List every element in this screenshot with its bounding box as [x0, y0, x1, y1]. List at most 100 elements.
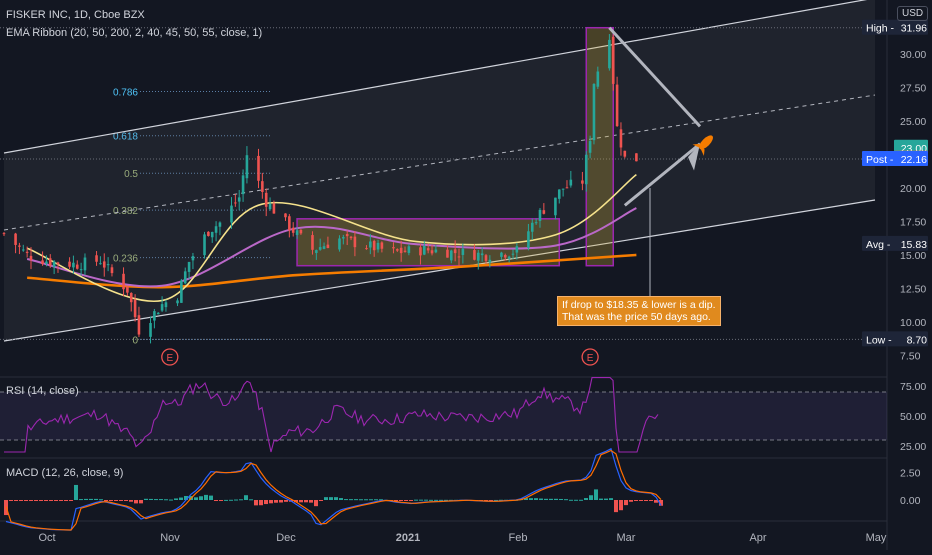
candle-body: [176, 300, 179, 304]
price-tick-label: 30.00: [900, 49, 926, 61]
candle-body: [203, 234, 206, 256]
chart-svg[interactable]: 0.7860.6180.50.3820.2360 EE 30.0027.5025…: [0, 0, 932, 550]
time-tick-label: Feb: [509, 532, 528, 544]
candle-body: [480, 253, 484, 256]
candle-body: [41, 260, 44, 265]
macd-histogram-bar: [609, 498, 613, 500]
candle-body: [615, 84, 619, 127]
currency-button[interactable]: USD: [897, 6, 929, 21]
candle-body: [245, 155, 249, 179]
chart-area[interactable]: 0.7860.6180.50.3820.2360 EE 30.0027.5025…: [0, 0, 932, 550]
macd-histogram-bar: [594, 489, 598, 500]
candle-body: [365, 248, 368, 250]
candle-body: [507, 256, 511, 259]
macd-histogram-bar: [299, 500, 303, 503]
candle-body: [149, 323, 152, 337]
macd-histogram-bar: [424, 499, 428, 501]
candle-body: [295, 230, 299, 235]
macd-histogram-bar: [24, 500, 28, 501]
macd-histogram-bar: [564, 499, 568, 501]
macd-histogram-bar: [399, 500, 403, 501]
candle-body: [183, 271, 187, 284]
macd-histogram-bar: [124, 500, 128, 501]
candle-body: [257, 155, 260, 181]
macd-histogram-bar: [84, 498, 88, 500]
macd-histogram-bar: [154, 499, 158, 501]
macd-histogram-bar: [549, 498, 553, 500]
macd-histogram-bar: [604, 498, 608, 500]
candle-body: [75, 264, 79, 269]
annotation-box: If drop to $18.35 & lower is a dip. That…: [557, 296, 721, 326]
candle-body: [318, 247, 322, 250]
macd-histogram-bar: [274, 500, 278, 503]
macd-histogram-bar: [134, 500, 138, 504]
candle-body: [423, 245, 426, 255]
candle-body: [106, 264, 110, 266]
macd-histogram-bar: [344, 499, 348, 501]
macd-histogram-bar: [429, 499, 433, 501]
candle-body: [380, 242, 384, 249]
candle-body: [291, 227, 295, 233]
candle-body: [515, 246, 519, 253]
candle-body: [102, 261, 106, 268]
candle-body: [338, 238, 341, 250]
candle-body: [392, 247, 395, 249]
macd-histogram-bar: [619, 500, 623, 511]
price-badge-label: Low -: [866, 334, 892, 346]
macd-histogram-bar: [74, 484, 78, 500]
rsi-tick-label: 75.00: [900, 381, 926, 393]
macd-histogram-bar: [214, 500, 218, 501]
macd-histogram-bar: [254, 500, 258, 506]
candle-body: [45, 261, 48, 264]
macd-histogram-bar: [599, 498, 603, 500]
candle-body: [237, 197, 241, 202]
macd-histogram-bar: [234, 499, 238, 501]
price-badge-value: 15.83: [901, 239, 927, 251]
candle-body: [503, 255, 507, 258]
candle-body: [500, 252, 503, 257]
macd-histogram-bar: [39, 500, 43, 501]
candle-body: [99, 263, 102, 265]
macd-histogram-bar: [64, 500, 68, 501]
price-badge-label: Avg -: [866, 239, 891, 251]
macd-histogram-bar: [109, 500, 113, 501]
macd-legend: MACD (12, 26, close, 9): [6, 467, 124, 479]
macd-histogram-bar: [199, 496, 203, 500]
macd-histogram-bar: [364, 499, 368, 501]
candle-body: [156, 312, 160, 315]
candle-body: [588, 141, 592, 153]
macd-histogram-bar: [629, 500, 633, 502]
candle-body: [191, 256, 195, 261]
macd-histogram-bar: [434, 499, 438, 501]
candle-body: [399, 247, 403, 254]
candle-body: [268, 203, 272, 210]
price-tick-label: 17.50: [900, 216, 926, 228]
candle-body: [21, 249, 25, 251]
macd-histogram-bar: [114, 500, 118, 501]
candle-body: [261, 181, 264, 192]
macd-histogram-bar: [224, 499, 228, 501]
candle-body: [581, 180, 584, 184]
macd-histogram-bar: [239, 499, 243, 501]
candle-body: [207, 231, 210, 236]
macd-histogram-bar: [309, 500, 313, 503]
time-tick-label: May: [866, 532, 887, 544]
macd-histogram-bar: [279, 500, 283, 503]
macd-histogram-bar: [164, 499, 168, 501]
candle-body: [449, 250, 453, 261]
price-tick-label: 7.50: [900, 350, 921, 362]
candle-body: [164, 302, 168, 308]
macd-histogram-bar: [359, 499, 363, 501]
macd-histogram-bar: [374, 499, 378, 501]
earnings-label: E: [587, 353, 594, 364]
macd-histogram-bar: [339, 498, 343, 500]
candle-body: [434, 249, 438, 253]
candle-body: [218, 222, 222, 227]
candle-body: [542, 210, 546, 214]
candle-body: [426, 248, 430, 251]
rsi-band: [0, 392, 887, 440]
macd-histogram-bar: [349, 499, 353, 501]
candle-body: [484, 255, 488, 261]
candle-body: [322, 246, 326, 249]
macd-histogram-bar: [129, 500, 133, 502]
